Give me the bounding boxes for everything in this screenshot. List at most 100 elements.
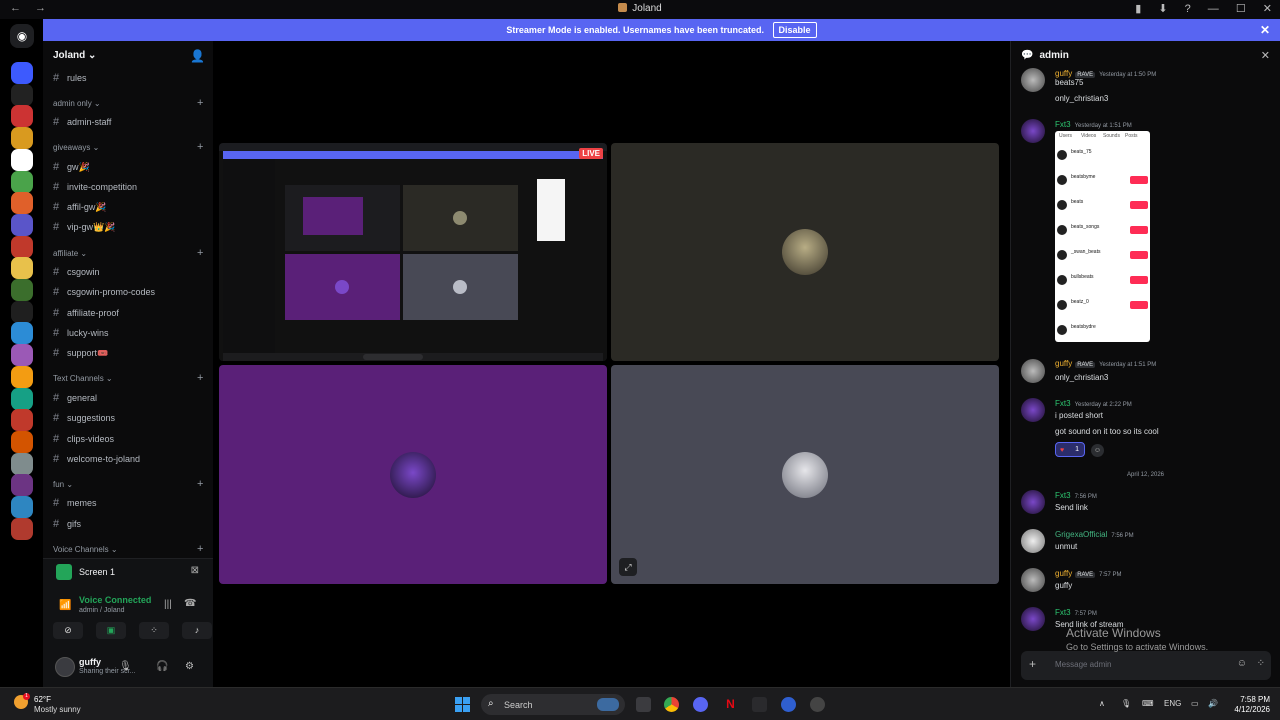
channel-item[interactable]: # memes [53, 497, 97, 509]
disable-streamer-mode-button[interactable]: Disable [772, 22, 817, 38]
channel-category[interactable]: Text Channels ⌄ + [53, 372, 203, 384]
add-channel-icon[interactable]: + [197, 247, 203, 259]
message-author[interactable]: guffy RAVE Yesterday at 1:51 PM [1055, 359, 1156, 368]
channel-item[interactable]: # affil-gw🎉 [53, 201, 107, 213]
channel-item[interactable]: # suggestions [53, 412, 115, 424]
app-icon[interactable] [752, 697, 767, 712]
stream-tile[interactable]: LIVE [219, 143, 607, 361]
server-icon[interactable] [11, 365, 33, 388]
close-button[interactable]: ✕ [1263, 3, 1272, 15]
voice-location[interactable]: admin / Joland [79, 607, 125, 614]
channel-item[interactable]: # vip-gw👑🎉 [53, 221, 115, 233]
participant-tile-2[interactable] [219, 365, 607, 584]
chevron-up-icon[interactable]: ∧ [1099, 699, 1105, 708]
server-icon[interactable] [11, 192, 33, 215]
emoji-icon[interactable]: ☺ [1237, 658, 1247, 669]
soundboard-button[interactable]: ♪ [182, 622, 212, 639]
channel-category[interactable]: Voice Channels ⌄ + [53, 543, 203, 555]
message-author[interactable]: Fxt3 7:56 PM [1055, 491, 1097, 500]
message-input[interactable]: Message admin [1055, 660, 1111, 669]
channel-item[interactable]: # lucky-wins [53, 327, 109, 339]
stop-share-icon[interactable]: ⊠ [191, 565, 199, 576]
avatar[interactable] [1021, 68, 1045, 92]
netflix-icon[interactable]: N [723, 697, 738, 712]
message-author[interactable]: Fxt3 7:57 PM [1055, 608, 1097, 617]
channel-category[interactable]: admin only ⌄ + [53, 97, 203, 109]
server-icon[interactable] [11, 322, 33, 345]
noise-suppression-icon[interactable]: ||| [164, 599, 172, 610]
server-icon[interactable] [11, 430, 33, 453]
avatar[interactable] [55, 657, 75, 677]
participant-tile-3[interactable]: ⤢ [611, 365, 999, 584]
close-icon[interactable]: ✕ [1261, 49, 1270, 62]
channel-item[interactable]: # support🎟️ [53, 347, 108, 359]
server-icon[interactable] [11, 387, 33, 410]
server-icon[interactable] [11, 213, 33, 236]
server-icon[interactable] [11, 148, 33, 171]
message-author[interactable]: guffy RAVE Yesterday at 1:50 PM [1055, 69, 1156, 78]
download-icon[interactable]: ⬇ [1158, 3, 1167, 15]
taskbar-search[interactable]: ⌕ Search [481, 694, 625, 715]
server-icon[interactable] [11, 474, 33, 497]
server-icon[interactable] [11, 235, 33, 258]
reaction-heart[interactable]: ♥ 1 [1055, 442, 1085, 457]
add-reaction-icon[interactable]: ☺ [1091, 444, 1104, 457]
monitor-icon[interactable]: ▭ [1191, 699, 1199, 708]
gear-icon[interactable]: ⚙ [185, 661, 194, 672]
attachment-image[interactable]: Users Videos Sounds Posts beats_75 beatsbyme… [1055, 131, 1150, 342]
add-channel-icon[interactable]: + [197, 478, 203, 490]
headphones-icon[interactable]: 🎧 [156, 661, 168, 672]
avatar[interactable] [1021, 119, 1045, 143]
message-author[interactable]: Fxt3 Yesterday at 2:22 PM [1055, 399, 1132, 408]
channel-category[interactable]: affiliate ⌄ + [53, 247, 203, 259]
server-icon[interactable] [11, 496, 33, 518]
maximize-button[interactable]: ☐ [1236, 3, 1246, 15]
mic-icon[interactable]: 🎙 [119, 661, 132, 672]
disconnect-icon[interactable]: ☎ [184, 598, 196, 609]
add-channel-icon[interactable]: + [197, 372, 203, 384]
channel-item[interactable]: # clips-videos [53, 433, 114, 445]
server-name[interactable]: Joland ⌄ [53, 50, 96, 61]
inbox-icon[interactable]: ▮ [1135, 3, 1141, 15]
pop-out-icon[interactable]: ⤢ [619, 558, 637, 576]
avatar[interactable] [1021, 359, 1045, 383]
apps-icon[interactable]: ⁘ [1257, 658, 1265, 669]
participant-tile-1[interactable] [611, 143, 999, 361]
server-icon[interactable] [11, 517, 33, 540]
server-icon[interactable] [11, 279, 33, 301]
weather-condition[interactable]: Mostly sunny [34, 705, 81, 714]
server-icon[interactable] [11, 344, 33, 367]
message-author[interactable]: Fxt3 Yesterday at 1:51 PM [1055, 120, 1132, 129]
activities-button[interactable]: ⁘ [139, 622, 169, 639]
server-icon[interactable] [11, 409, 33, 432]
avatar[interactable] [1021, 607, 1045, 631]
channel-item[interactable]: # gifs [53, 518, 81, 530]
share-screen-button[interactable]: ▣ [96, 622, 126, 639]
server-icon[interactable] [11, 300, 33, 323]
server-icon[interactable] [11, 105, 33, 128]
avatar[interactable] [1021, 568, 1045, 592]
channel-category[interactable]: fun ⌄ + [53, 478, 203, 490]
add-channel-icon[interactable]: + [197, 543, 203, 555]
keyboard-icon[interactable]: ⌨ [1142, 699, 1154, 708]
channel-item[interactable]: # invite-competition [53, 181, 137, 193]
server-icon[interactable] [11, 62, 33, 84]
message-author[interactable]: guffy RAVE 7:57 PM [1055, 569, 1121, 578]
server-icon[interactable] [11, 170, 33, 193]
avatar[interactable] [1021, 490, 1045, 514]
chrome-icon[interactable] [664, 697, 679, 712]
channel-category[interactable]: giveaways ⌄ + [53, 141, 203, 153]
add-channel-icon[interactable]: + [197, 97, 203, 109]
channel-item[interactable]: # csgowin-promo-codes [53, 286, 155, 298]
mic-tray-icon[interactable]: 🎙 [1121, 699, 1131, 708]
volume-icon[interactable]: 🔊 [1208, 699, 1218, 708]
channel-item[interactable]: # rules [53, 72, 87, 84]
channel-item[interactable]: # welcome-to-joland [53, 453, 140, 465]
clock-date[interactable]: 4/12/2026 [1226, 705, 1270, 714]
clock-time[interactable]: 7:58 PM [1226, 695, 1270, 704]
task-view-icon[interactable] [636, 697, 651, 712]
windows-start-icon[interactable] [455, 697, 470, 712]
close-icon[interactable]: ✕ [1260, 19, 1270, 41]
language-indicator[interactable]: ENG [1164, 699, 1181, 708]
channel-item[interactable]: # gw🎉 [53, 161, 90, 173]
